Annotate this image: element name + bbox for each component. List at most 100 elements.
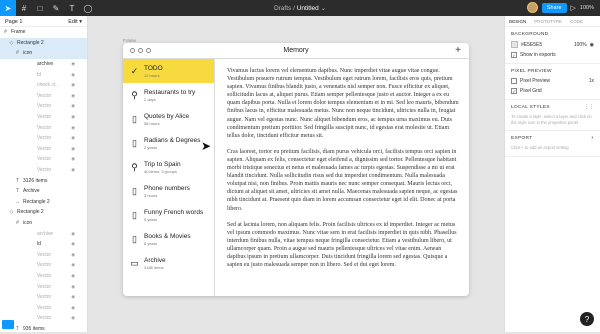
layer-row[interactable]: check ci.. ◉: [0, 80, 87, 91]
note-item[interactable]: ✓ TODO 12 hours: [123, 59, 214, 83]
layer-row[interactable]: Vector ◉: [0, 112, 87, 123]
add-export-button[interactable]: +: [591, 136, 594, 141]
layer-row[interactable]: Vector ◉: [0, 271, 87, 282]
note-icon: ⚲: [131, 89, 138, 100]
shape-tool-icon[interactable]: □: [32, 0, 48, 16]
layer-row[interactable]: # icon: [0, 48, 87, 59]
eye-icon[interactable]: ◉: [71, 167, 75, 173]
eye-icon[interactable]: ◉: [71, 262, 75, 268]
layer-row[interactable]: Vector ◉: [0, 101, 87, 112]
eye-icon[interactable]: ◉: [71, 114, 75, 120]
note-item[interactable]: ▯ Funny French words 5 years: [123, 203, 214, 227]
toolbar-right: Share ▷ 100%: [526, 2, 594, 13]
eye-icon[interactable]: ◉: [71, 305, 75, 311]
pen-tool-icon[interactable]: ✎: [48, 0, 64, 16]
note-body[interactable]: Vivamus luctus lorem vel elementum dapib…: [227, 67, 459, 277]
eye-icon[interactable]: ◉: [71, 156, 75, 162]
layer-row[interactable]: # Frame: [0, 27, 87, 38]
eye-icon[interactable]: ◉: [71, 82, 75, 88]
layer-row[interactable]: Vector ◉: [0, 91, 87, 102]
layer-row[interactable]: T Archive: [0, 186, 87, 197]
pixel-preview-select[interactable]: 1x: [589, 78, 594, 84]
layer-row[interactable]: Vector ◉: [0, 281, 87, 292]
share-button[interactable]: Share: [541, 2, 567, 13]
frame-tool-icon[interactable]: #: [16, 0, 32, 16]
layer-row[interactable]: ◇ Rectangle 2: [0, 37, 87, 49]
page-name[interactable]: Page 1: [5, 19, 22, 25]
page-toggle[interactable]: Edit ▾: [68, 19, 82, 25]
pixel-preview-checkbox[interactable]: [511, 78, 517, 84]
layer-label: Rectangle 2: [17, 209, 44, 216]
eye-icon[interactable]: ◉: [71, 135, 75, 141]
eye-icon[interactable]: ◉: [71, 231, 75, 237]
note-item[interactable]: ▯ Books & Movies 8 years: [123, 227, 214, 251]
comment-tool-icon[interactable]: ◯: [80, 0, 96, 16]
add-note-button[interactable]: +: [455, 45, 461, 56]
note-meta: 2 days: [144, 96, 156, 102]
bg-opacity-value[interactable]: 100%: [574, 42, 587, 48]
window-dot-icon[interactable]: [146, 48, 151, 53]
pixel-grid-checkbox[interactable]: ✓: [511, 88, 517, 94]
eye-icon[interactable]: ◉: [71, 125, 75, 131]
move-tool-icon[interactable]: ➤: [0, 0, 16, 16]
note-item[interactable]: ⚲ Restaurants to try 2 days: [123, 83, 214, 107]
eye-icon[interactable]: ◉: [71, 315, 75, 321]
eye-icon[interactable]: ◉: [71, 241, 75, 247]
layer-row[interactable]: ld ◉: [0, 239, 87, 250]
eye-icon[interactable]: ◉: [71, 252, 75, 258]
note-item[interactable]: ▯ Quotes by Alice 58 hours: [123, 107, 214, 131]
note-item[interactable]: ▭ Archive 3186 items: [123, 251, 214, 275]
note-icon: ⚲: [131, 161, 138, 172]
color-swatch[interactable]: [511, 41, 518, 48]
layer-row[interactable]: Vector ◉: [0, 249, 87, 260]
layer-row[interactable]: Vector ◉: [0, 165, 87, 176]
canvas[interactable]: Frame Memory + ✓ TODO 12 hours ⚲ Restaurants…: [88, 16, 504, 332]
eye-icon[interactable]: ◉: [71, 146, 75, 152]
text-tool-icon[interactable]: T: [64, 0, 80, 16]
layer-row[interactable]: Vector ◉: [0, 260, 87, 271]
styles-grid-icon[interactable]: ⋮⋮: [584, 105, 594, 110]
tab-design[interactable]: DESIGN: [505, 19, 530, 24]
layer-row[interactable]: ◇ Rectangle 2: [0, 207, 87, 218]
note-item[interactable]: ▯ Phone numbers 3 hours: [123, 179, 214, 203]
layer-row[interactable]: Vector ◉: [0, 292, 87, 303]
eye-icon[interactable]: ◉: [71, 93, 75, 99]
layer-row[interactable]: Vector ◉: [0, 144, 87, 155]
eye-icon[interactable]: ◉: [71, 294, 75, 300]
layer-row[interactable]: Vector ◉: [0, 154, 87, 165]
layer-row[interactable]: archive ◉: [0, 228, 87, 239]
tab-code[interactable]: CODE: [566, 19, 587, 24]
note-title: Quotes by Alice: [144, 112, 190, 120]
play-icon[interactable]: ▷: [571, 4, 576, 12]
layer-row[interactable]: Vector ◉: [0, 122, 87, 133]
layer-row[interactable]: ↔ Rectangle 2: [0, 197, 87, 208]
window-dot-icon[interactable]: [130, 48, 135, 53]
eye-icon[interactable]: ◉: [71, 72, 75, 78]
note-item[interactable]: ⚲ Trip to Spain 40 items, 3 groups: [123, 155, 214, 179]
avatar[interactable]: [526, 2, 538, 13]
eye-icon[interactable]: ◉: [590, 42, 594, 48]
chevron-down-icon[interactable]: ⌄: [321, 5, 326, 12]
layer-label: Vector: [37, 114, 52, 121]
eye-icon[interactable]: ◉: [71, 273, 75, 279]
breadcrumb-project[interactable]: Drafts: [274, 5, 291, 12]
eye-icon[interactable]: ◉: [71, 61, 75, 67]
layer-row[interactable]: T 3126 items: [0, 175, 87, 186]
document-title[interactable]: Untitled: [297, 5, 319, 12]
bg-color-value[interactable]: #E5E5E5: [521, 42, 542, 48]
layer-row[interactable]: Vector ◉: [0, 302, 87, 313]
eye-icon[interactable]: ◉: [71, 284, 75, 290]
layer-row[interactable]: # icon: [0, 218, 87, 229]
layer-row[interactable]: Vector ◉: [0, 133, 87, 144]
layer-label: Vector: [37, 103, 52, 110]
layer-row[interactable]: archive ◉: [0, 59, 87, 70]
tab-prototype[interactable]: PROTOTYPE: [530, 19, 566, 24]
note-meta: 58 hours: [144, 120, 160, 126]
help-button[interactable]: ?: [580, 312, 594, 326]
window-dot-icon[interactable]: [138, 48, 143, 53]
layer-row[interactable]: ld ◉: [0, 69, 87, 80]
zoom-level[interactable]: 100%: [580, 5, 594, 11]
note-icon: ▯: [132, 185, 137, 196]
eye-icon[interactable]: ◉: [71, 103, 75, 109]
show-exports-checkbox[interactable]: ✓: [511, 52, 517, 58]
